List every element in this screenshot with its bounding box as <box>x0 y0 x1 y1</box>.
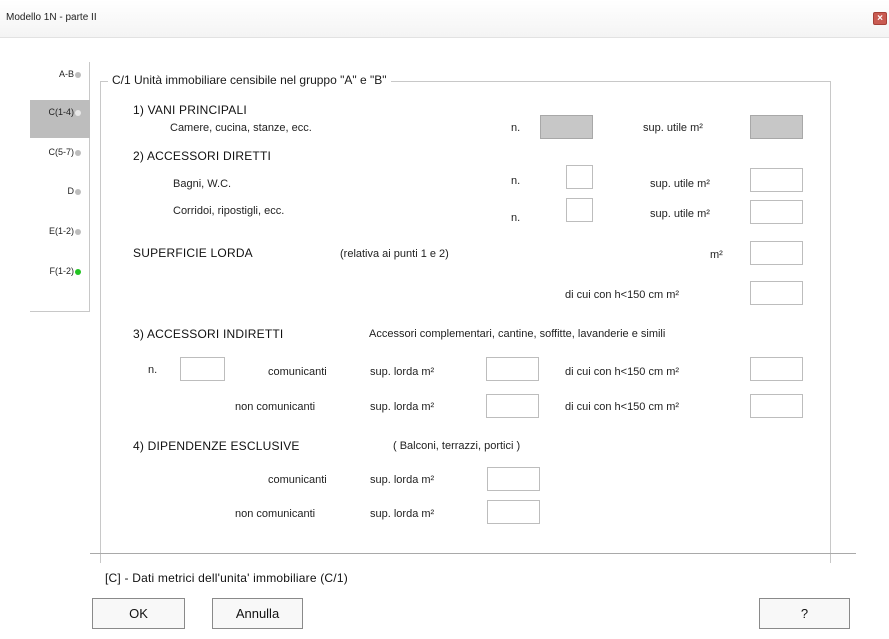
vani-sup-field[interactable] <box>750 115 803 139</box>
corridoi-n-field[interactable] <box>566 198 593 222</box>
form-caption: [C] - Dati metrici dell'unita' immobilia… <box>105 571 348 585</box>
help-button[interactable]: ? <box>759 598 850 629</box>
superficie-h150-field[interactable] <box>750 281 803 305</box>
dipendenze-comunicanti-sup-field[interactable] <box>487 467 540 491</box>
indiretti-comunicanti-label: comunicanti <box>268 366 327 378</box>
bagni-n-field[interactable] <box>566 165 593 189</box>
bagni-desc: Bagni, W.C. <box>173 178 232 190</box>
indiretti-non-comunicanti-sup-label: sup. lorda m² <box>370 401 435 413</box>
indiretti-comunicanti-sup-field[interactable] <box>486 357 539 381</box>
tab-d[interactable]: D <box>30 179 90 217</box>
superficie-h150-input[interactable] <box>751 282 802 304</box>
dipendenze-non-comunicanti-sup-input[interactable] <box>488 501 539 523</box>
status-dot-icon <box>75 110 81 116</box>
divider <box>90 553 856 554</box>
status-dot-icon <box>75 189 81 195</box>
cancel-button[interactable]: Annulla <box>212 598 303 629</box>
tab-f-1-2[interactable]: F(1-2) <box>30 259 90 297</box>
indiretti-n-field[interactable] <box>180 357 225 381</box>
indiretti-n-label: n. <box>148 364 158 376</box>
section-heading-superficie-lorda: SUPERFICIE LORDA <box>133 246 253 260</box>
section-heading-vani-principali: 1) VANI PRINCIPALI <box>133 103 247 117</box>
window-title: Modello 1N - parte II <box>6 12 97 23</box>
indiretti-comunicanti-h150-field[interactable] <box>750 357 803 381</box>
title-bar: Modello 1N - parte II × <box>0 0 889 38</box>
vani-n-label: n. <box>511 122 521 134</box>
indiretti-comunicanti-sup-input[interactable] <box>487 358 538 380</box>
tab-label: E(1-2) <box>48 226 74 236</box>
bagni-n-label: n. <box>511 175 521 187</box>
bagni-n-input[interactable] <box>567 166 592 188</box>
section-heading-dipendenze-esclusive: 4) DIPENDENZE ESCLUSIVE <box>133 439 300 453</box>
dipendenze-desc: ( Balconi, terrazzi, portici ) <box>393 440 521 452</box>
bagni-sup-input[interactable] <box>751 169 802 191</box>
dipendenze-comunicanti-sup-label: sup. lorda m² <box>370 474 435 486</box>
tab-c-1-4[interactable]: C(1-4) <box>30 100 90 138</box>
vani-sup-input[interactable] <box>751 116 802 138</box>
corridoi-n-input[interactable] <box>567 199 592 221</box>
section-tab-strip: A-B C(1-4) C(5-7) D E(1-2) F(1-2) <box>30 62 90 312</box>
close-button[interactable]: × <box>873 12 887 25</box>
superficie-input[interactable] <box>751 242 802 264</box>
dipendenze-non-comunicanti-sup-label: sup. lorda m² <box>370 508 435 520</box>
dipendenze-non-comunicanti-sup-field[interactable] <box>487 500 540 524</box>
indiretti-non-comunicanti-h150-label: di cui con h<150 cm m² <box>565 401 680 413</box>
indiretti-non-comunicanti-sup-input[interactable] <box>487 395 538 417</box>
dipendenze-comunicanti-sup-input[interactable] <box>488 468 539 490</box>
tab-label: D <box>67 186 75 196</box>
vani-sup-label: sup. utile m² <box>643 122 703 134</box>
indiretti-non-comunicanti-h150-field[interactable] <box>750 394 803 418</box>
indiretti-n-input[interactable] <box>181 358 224 380</box>
vani-principali-desc: Camere, cucina, stanze, ecc. <box>170 122 312 134</box>
tab-label: C(5-7) <box>48 147 74 157</box>
status-dot-icon <box>75 72 81 78</box>
tab-a-b[interactable]: A-B <box>30 62 90 100</box>
tab-label: F(1-2) <box>49 266 75 276</box>
vani-n-input[interactable] <box>541 116 592 138</box>
dipendenze-non-comunicanti-label: non comunicanti <box>235 508 316 520</box>
vani-n-field[interactable] <box>540 115 593 139</box>
bagni-sup-label: sup. utile m² <box>650 178 710 190</box>
superficie-h150-label: di cui con h<150 cm m² <box>565 289 680 301</box>
tab-label: C(1-4) <box>48 107 74 117</box>
indiretti-comunicanti-h150-label: di cui con h<150 cm m² <box>565 366 680 378</box>
close-icon: × <box>877 13 883 24</box>
superficie-note: (relativa ai punti 1 e 2) <box>340 248 449 260</box>
status-dot-icon <box>75 150 81 156</box>
indiretti-comunicanti-h150-input[interactable] <box>751 358 802 380</box>
indiretti-non-comunicanti-sup-field[interactable] <box>486 394 539 418</box>
dipendenze-comunicanti-label: comunicanti <box>268 474 327 486</box>
status-dot-icon <box>75 229 81 235</box>
corridoi-n-label: n. <box>511 212 521 224</box>
superficie-field[interactable] <box>750 241 803 265</box>
section-heading-accessori-diretti: 2) ACCESSORI DIRETTI <box>133 149 272 163</box>
group-title: C/1 Unità immobiliare censibile nel grup… <box>108 73 391 87</box>
ok-button[interactable]: OK <box>92 598 185 629</box>
corridoi-sup-input[interactable] <box>751 201 802 223</box>
corridoi-desc: Corridoi, ripostigli, ecc. <box>173 205 285 217</box>
tab-label: A-B <box>58 69 74 79</box>
corridoi-sup-label: sup. utile m² <box>650 208 710 220</box>
accessori-indiretti-desc: Accessori complementari, cantine, soffit… <box>369 328 666 340</box>
tab-c-5-7[interactable]: C(5-7) <box>30 140 90 178</box>
superficie-m2-label: m² <box>710 249 723 261</box>
section-heading-accessori-indiretti: 3) ACCESSORI INDIRETTI <box>133 327 284 341</box>
tab-e-1-2[interactable]: E(1-2) <box>30 219 90 257</box>
indiretti-comunicanti-sup-label: sup. lorda m² <box>370 366 435 378</box>
indiretti-non-comunicanti-label: non comunicanti <box>235 401 316 413</box>
bagni-sup-field[interactable] <box>750 168 803 192</box>
indiretti-non-comunicanti-h150-input[interactable] <box>751 395 802 417</box>
status-dot-icon <box>75 269 81 275</box>
corridoi-sup-field[interactable] <box>750 200 803 224</box>
